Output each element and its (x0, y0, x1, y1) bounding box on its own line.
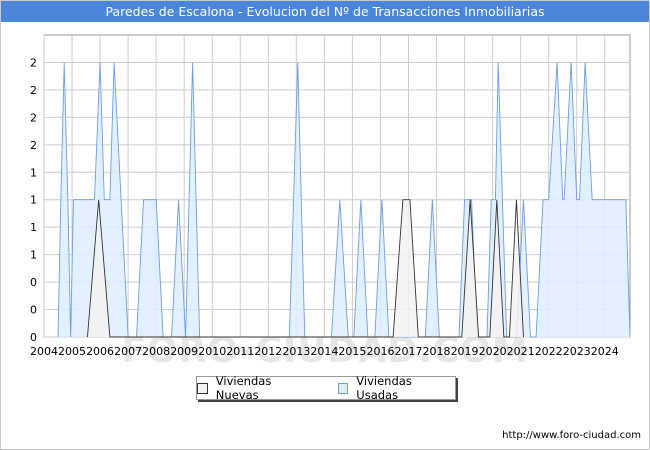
legend-label-nuevas: Viviendas Nuevas (215, 374, 272, 402)
x-tick-label: 2009 (170, 345, 198, 358)
x-tick-label: 2006 (86, 345, 114, 358)
x-tick-label: 2023 (563, 345, 591, 358)
y-tick-label: 1 (30, 249, 37, 262)
x-tick-label: 2015 (338, 345, 366, 358)
x-tick-label: 2008 (142, 345, 170, 358)
legend-label-usadas: Viviendas Usadas (356, 374, 412, 402)
y-tick-label: 2 (30, 84, 37, 97)
x-tick-label: 2013 (282, 345, 310, 358)
x-tick-label: 2018 (423, 345, 451, 358)
y-tick-label: 0 (30, 331, 37, 344)
legend-swatch-nuevas (197, 382, 208, 394)
source-url: http://www.foro-ciudad.com (502, 430, 641, 441)
x-tick-label: 2012 (254, 345, 282, 358)
x-tick-label: 2005 (58, 345, 86, 358)
x-tick-label: 2024 (591, 345, 619, 358)
y-tick-label: 0 (30, 276, 37, 289)
x-tick-label: 2020 (479, 345, 507, 358)
x-tick-label: 2022 (535, 345, 563, 358)
legend-swatch-usadas (337, 382, 349, 394)
x-tick-label: 2010 (198, 345, 226, 358)
x-tick-label: 2021 (507, 345, 535, 358)
y-tick-label: 2 (30, 56, 37, 69)
x-tick-label: 2019 (451, 345, 479, 358)
x-tick-label: 2007 (114, 345, 142, 358)
x-tick-label: 2016 (366, 345, 394, 358)
x-tick-label: 2004 (30, 345, 58, 358)
legend-item-usadas: Viviendas Usadas (337, 374, 456, 402)
y-tick-label: 1 (30, 194, 37, 207)
legend-item-nuevas: Viviendas Nuevas (197, 374, 316, 402)
y-tick-label: 1 (30, 221, 37, 234)
x-tick-label: 2017 (394, 345, 422, 358)
y-tick-label: 2 (30, 139, 37, 152)
x-tick-label: 2014 (310, 345, 338, 358)
y-tick-label: 0 (30, 304, 37, 317)
x-tick-label: 2011 (226, 345, 254, 358)
y-tick-label: 1 (30, 166, 37, 179)
legend: Viviendas Nuevas Viviendas Usadas (196, 374, 456, 402)
y-tick-label: 2 (30, 111, 37, 124)
